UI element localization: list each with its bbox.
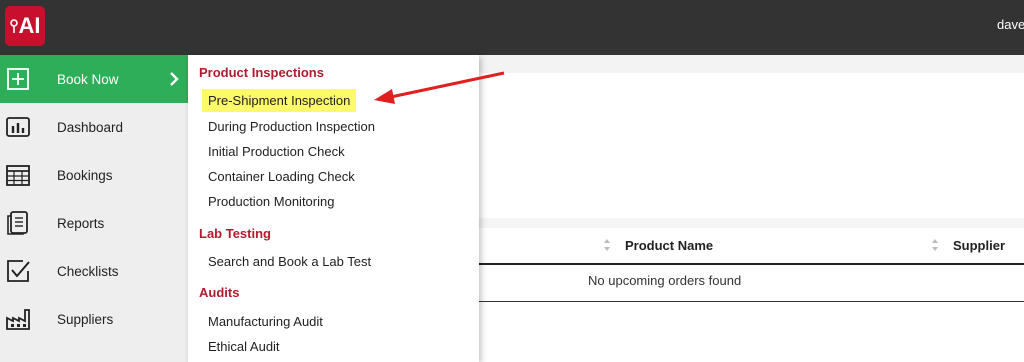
- group-heading-product-inspections: Product Inspections: [199, 65, 324, 80]
- sidebar-item-reports[interactable]: Reports: [0, 199, 188, 247]
- menu-item-during-production-inspection[interactable]: During Production Inspection: [208, 119, 375, 134]
- column-header-product-name[interactable]: Product Name: [625, 238, 713, 253]
- menu-item-production-monitoring[interactable]: Production Monitoring: [208, 194, 334, 209]
- sidebar-item-label: Dashboard: [57, 119, 124, 135]
- menu-item-container-loading-check[interactable]: Container Loading Check: [208, 169, 355, 184]
- sidebar-item-label: Reports: [57, 215, 105, 231]
- menu-item-initial-production-check[interactable]: Initial Production Check: [208, 144, 345, 159]
- sidebar-item-checklists[interactable]: Checklists: [0, 247, 188, 295]
- bar-chart-icon: [6, 117, 30, 137]
- menu-item-pre-shipment-inspection[interactable]: Pre-Shipment Inspection: [202, 89, 357, 112]
- sidebar: Book Now Dashboard Bookings Reports Chec…: [0, 55, 188, 362]
- sidebar-item-bookings[interactable]: Bookings: [0, 151, 188, 199]
- sort-icon[interactable]: [603, 238, 611, 252]
- pin-icon: [9, 18, 18, 33]
- chevron-right-icon: [170, 72, 179, 86]
- calendar-icon: [6, 165, 30, 186]
- sidebar-item-label: Book Now: [57, 71, 119, 87]
- report-icon: [7, 211, 28, 235]
- empty-table-message: No upcoming orders found: [588, 273, 742, 288]
- group-heading-audits: Audits: [199, 285, 240, 300]
- user-name[interactable]: dave: [997, 17, 1024, 32]
- sidebar-item-label: Suppliers: [57, 311, 114, 327]
- sidebar-item-book-now[interactable]: Book Now: [0, 55, 188, 103]
- logo-text: AI: [18, 13, 41, 38]
- sidebar-item-label: Bookings: [57, 167, 113, 183]
- menu-item-manufacturing-audit[interactable]: Manufacturing Audit: [208, 314, 323, 329]
- menu-item-search-book-lab-test[interactable]: Search and Book a Lab Test: [208, 254, 371, 269]
- menu-item-ethical-audit[interactable]: Ethical Audit: [208, 339, 280, 354]
- sidebar-item-label: Checklists: [57, 263, 119, 279]
- sort-icon[interactable]: [931, 238, 939, 252]
- annotation-arrow-icon: [374, 71, 505, 104]
- sidebar-item-suppliers[interactable]: Suppliers: [0, 295, 188, 343]
- group-heading-lab-testing: Lab Testing: [199, 226, 271, 241]
- app-logo[interactable]: AI: [5, 6, 45, 46]
- factory-icon: [6, 309, 30, 330]
- top-bar: AI dave: [0, 0, 1024, 55]
- checkbox-icon: [7, 260, 30, 282]
- sidebar-item-dashboard[interactable]: Dashboard: [0, 103, 188, 151]
- column-header-supplier[interactable]: Supplier: [953, 238, 1005, 253]
- plus-square-icon: [7, 68, 29, 90]
